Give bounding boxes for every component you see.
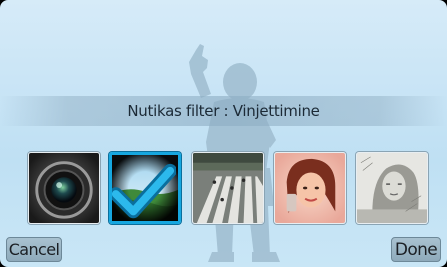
filter-thumb-sketch[interactable] bbox=[356, 152, 428, 224]
filter-thumb-miniature[interactable] bbox=[192, 152, 264, 224]
sketch-portrait-icon bbox=[357, 153, 427, 223]
title-bar: Nutikas filter : Vinjettimine bbox=[0, 96, 447, 126]
filter-thumb-camera-lens[interactable] bbox=[28, 152, 100, 224]
cancel-button[interactable]: Cancel bbox=[6, 237, 62, 262]
done-button[interactable]: Done bbox=[391, 237, 441, 262]
checkmark-icon bbox=[112, 163, 176, 219]
filter-thumb-soft-portrait[interactable] bbox=[274, 152, 346, 224]
filter-screen: Nutikas filter : Vinjettimine Cancel Don… bbox=[0, 0, 447, 267]
camera-lens-icon bbox=[29, 153, 99, 223]
page-title: Nutikas filter : Vinjettimine bbox=[127, 102, 320, 120]
crosswalk-icon bbox=[193, 153, 263, 223]
filter-strip bbox=[0, 149, 447, 227]
filter-thumb-vignette[interactable] bbox=[109, 152, 181, 224]
portrait-icon bbox=[275, 153, 345, 223]
